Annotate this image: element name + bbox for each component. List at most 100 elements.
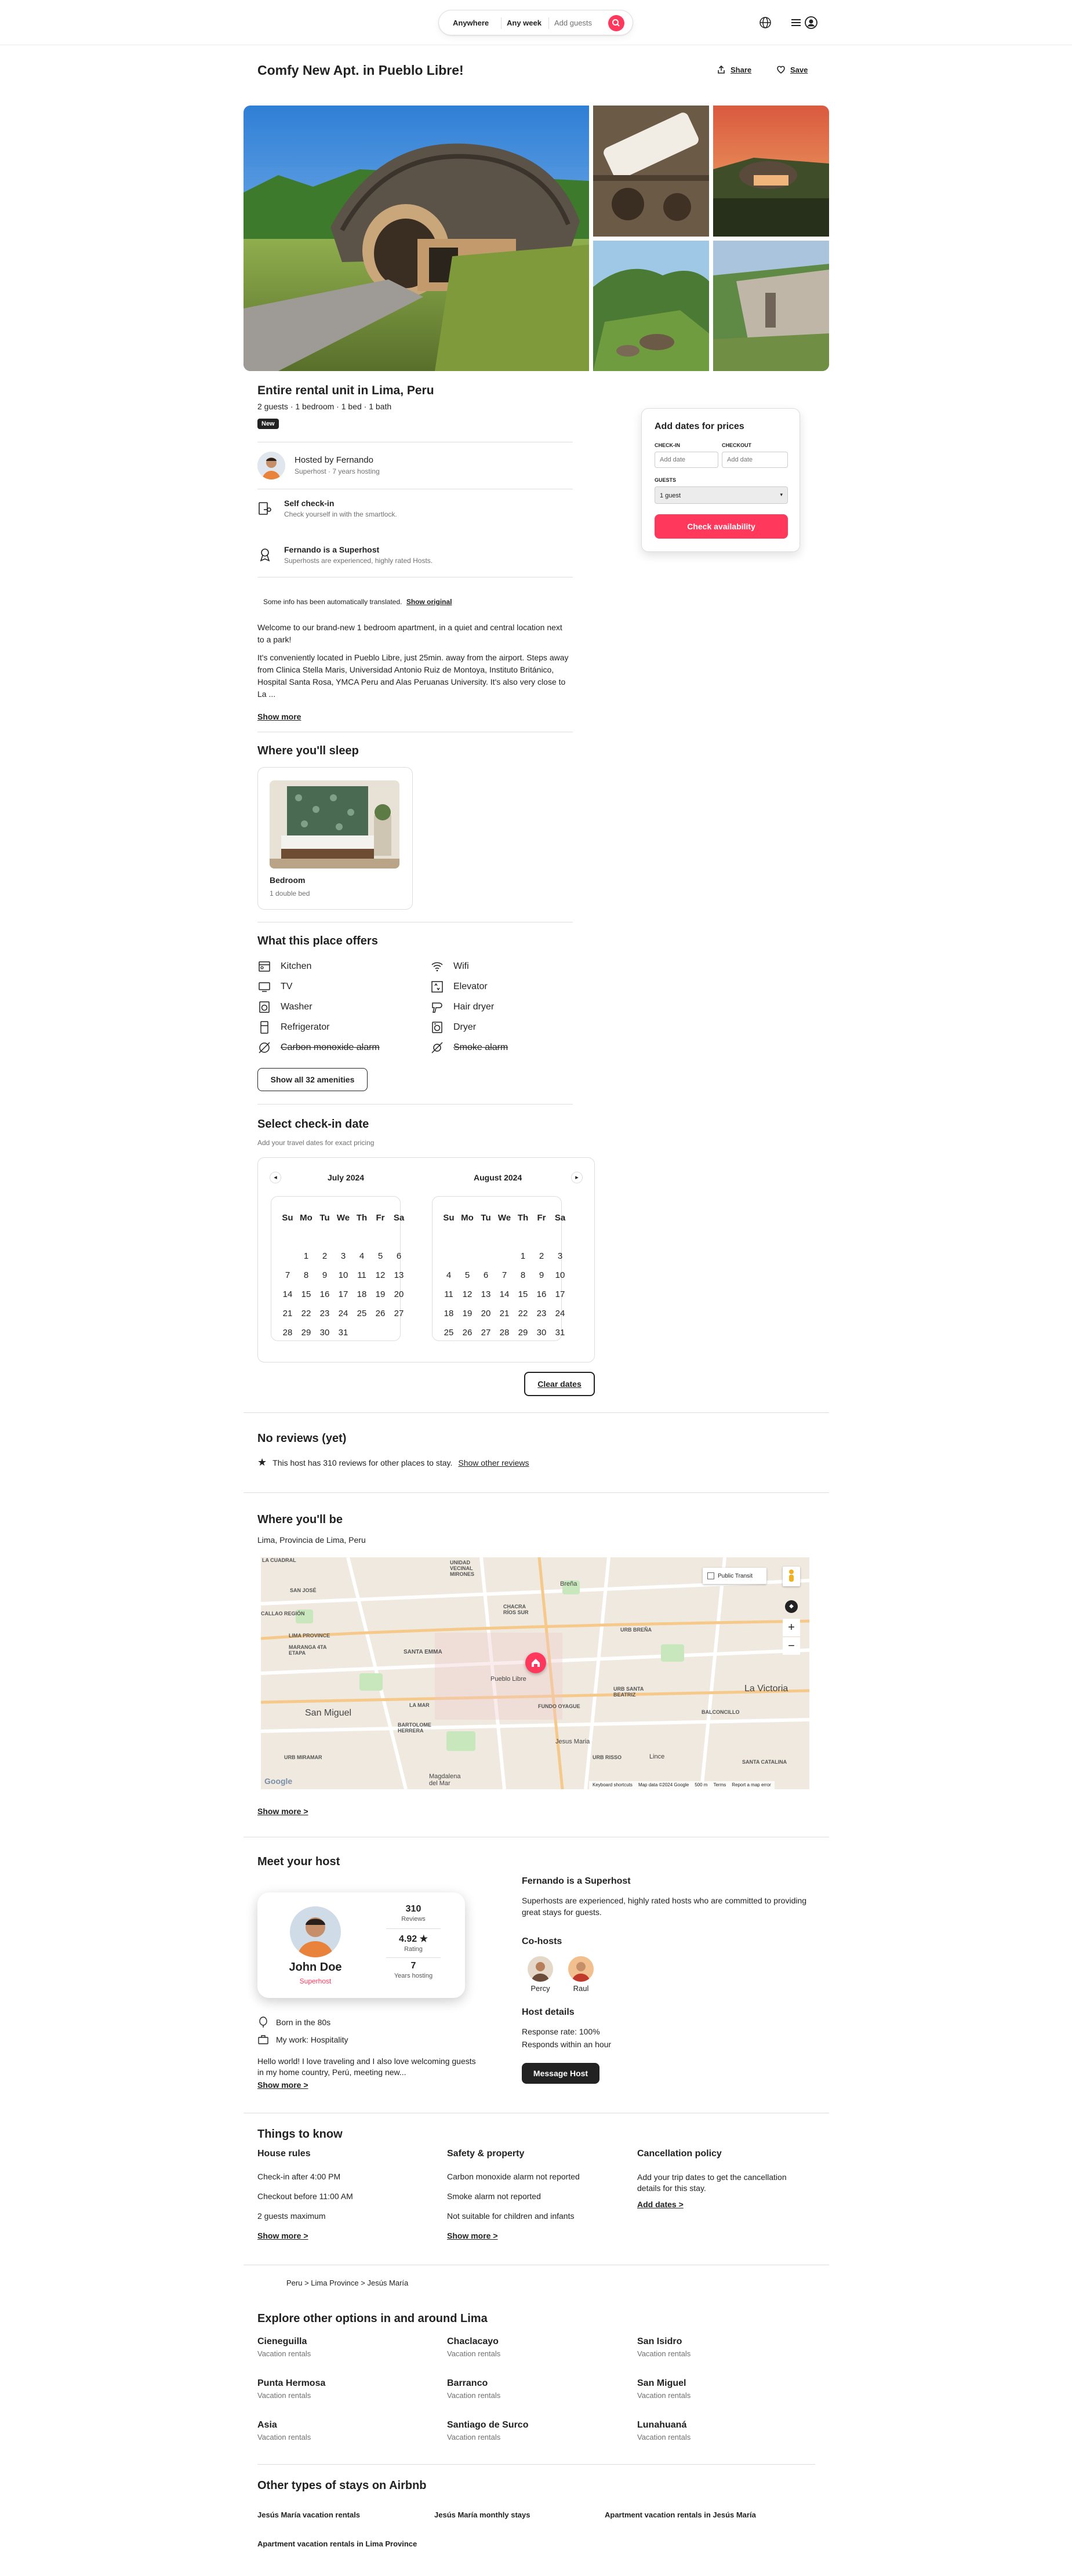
host-avatar-small[interactable] xyxy=(257,452,285,479)
calendar-day[interactable]: 29 xyxy=(514,1328,532,1338)
show-other-reviews-link[interactable]: Show other reviews xyxy=(458,1458,529,1467)
calendar-day[interactable]: 31 xyxy=(551,1328,569,1338)
calendar-day[interactable]: 3 xyxy=(334,1251,353,1262)
photo-2[interactable] xyxy=(593,106,709,237)
search-any-week[interactable]: Any week xyxy=(507,19,542,27)
other-type-link[interactable]: Apartment vacation rentals in Lima Provi… xyxy=(257,2539,417,2548)
calendar-day[interactable]: 23 xyxy=(315,1309,334,1319)
house-rules-show-more[interactable]: Show more > xyxy=(257,2231,431,2240)
explore-item[interactable]: Lunahuaná Vacation rentals xyxy=(637,2420,691,2441)
explore-name[interactable]: Asia xyxy=(257,2420,311,2430)
calendar-day[interactable]: 26 xyxy=(371,1309,390,1319)
guests-select[interactable]: 1 guest ▾ xyxy=(655,486,788,504)
description-show-more[interactable]: Show more xyxy=(257,712,301,721)
explore-name[interactable]: Cieneguilla xyxy=(257,2337,311,2347)
calendar-day[interactable]: 6 xyxy=(390,1251,408,1262)
explore-name[interactable]: San Miguel xyxy=(637,2378,691,2389)
zoom-out-button[interactable]: − xyxy=(783,1637,800,1655)
checkin-field[interactable]: CHECK-IN xyxy=(655,440,721,468)
calendar-day[interactable]: 27 xyxy=(390,1309,408,1319)
other-type-link[interactable]: Apartment vacation rentals in Jesús Marí… xyxy=(605,2510,756,2519)
calendar-day[interactable]: 22 xyxy=(514,1309,532,1319)
calendar-day[interactable]: 1 xyxy=(514,1251,532,1262)
explore-item[interactable]: San Isidro Vacation rentals xyxy=(637,2337,691,2358)
calendar-day[interactable]: 3 xyxy=(551,1251,569,1262)
calendar-day[interactable]: 12 xyxy=(371,1270,390,1281)
checkout-field[interactable]: CHECKOUT xyxy=(722,440,788,468)
calendar-day[interactable]: 14 xyxy=(495,1289,514,1300)
calendar-day[interactable]: 16 xyxy=(315,1289,334,1300)
explore-name[interactable]: Chaclacayo xyxy=(447,2337,500,2347)
show-all-amenities-button[interactable]: Show all 32 amenities xyxy=(257,1068,368,1091)
keyboard-shortcuts-link[interactable]: Keyboard shortcuts xyxy=(593,1782,633,1788)
calendar-day[interactable]: 18 xyxy=(353,1289,371,1300)
calendar-day[interactable]: 12 xyxy=(458,1289,477,1300)
show-original-link[interactable]: Show original xyxy=(406,598,452,606)
calendar-day[interactable]: 9 xyxy=(315,1270,334,1281)
calendar-day[interactable]: 2 xyxy=(532,1251,551,1262)
calendar-day[interactable]: 2 xyxy=(315,1251,334,1262)
calendar-day[interactable]: 8 xyxy=(297,1270,315,1281)
search-add-guests[interactable]: Add guests xyxy=(554,19,592,27)
explore-name[interactable]: San Isidro xyxy=(637,2337,691,2347)
explore-item[interactable]: San Miguel Vacation rentals xyxy=(637,2378,691,2400)
explore-name[interactable]: Santiago de Surco xyxy=(447,2420,528,2430)
explore-item[interactable]: Punta Hermosa Vacation rentals xyxy=(257,2378,325,2400)
other-type-link[interactable]: Jesús María monthly stays xyxy=(434,2510,530,2519)
calendar-day[interactable]: 26 xyxy=(458,1328,477,1338)
calendar-day[interactable]: 10 xyxy=(334,1270,353,1281)
calendar-day[interactable]: 6 xyxy=(477,1270,495,1281)
checkin-input[interactable] xyxy=(655,452,718,468)
photo-4[interactable] xyxy=(593,241,709,371)
calendar-day[interactable]: 24 xyxy=(334,1309,353,1319)
user-menu-button[interactable] xyxy=(791,14,822,31)
language-button[interactable] xyxy=(758,16,772,30)
calendar-day[interactable]: 4 xyxy=(353,1251,371,1262)
calendar-day[interactable]: 8 xyxy=(514,1270,532,1281)
terms-link[interactable]: Terms xyxy=(713,1782,726,1788)
calendar-day[interactable]: 14 xyxy=(278,1289,297,1300)
explore-name[interactable]: Lunahuaná xyxy=(637,2420,691,2430)
listing-map-pin[interactable] xyxy=(525,1652,546,1673)
explore-item[interactable]: Chaclacayo Vacation rentals xyxy=(447,2337,500,2358)
photo-3[interactable] xyxy=(713,106,829,237)
photo-gallery[interactable] xyxy=(244,106,829,371)
calendar-day[interactable]: 11 xyxy=(353,1270,371,1281)
safety-show-more[interactable]: Show more > xyxy=(447,2231,627,2240)
calendar-day[interactable]: 24 xyxy=(551,1309,569,1319)
cohost-percy[interactable]: Percy xyxy=(528,1956,553,1993)
calendar-day[interactable]: 5 xyxy=(371,1251,390,1262)
add-dates-link[interactable]: Add dates > xyxy=(637,2200,805,2209)
street-view-button[interactable] xyxy=(783,1567,800,1586)
calendar-day[interactable]: 16 xyxy=(532,1289,551,1300)
search-anywhere[interactable]: Anywhere xyxy=(453,19,489,27)
calendar-day[interactable]: 19 xyxy=(371,1289,390,1300)
calendar-day[interactable]: 15 xyxy=(514,1289,532,1300)
compass-button[interactable]: ◆ xyxy=(785,1600,798,1613)
message-host-button[interactable]: Message Host xyxy=(522,2063,599,2084)
calendar-day[interactable]: 9 xyxy=(532,1270,551,1281)
next-month-button[interactable]: ▸ xyxy=(571,1172,583,1183)
breadcrumb[interactable]: Peru > Lima Province > Jesús María xyxy=(286,2279,408,2287)
calendar-day[interactable]: 5 xyxy=(458,1270,477,1281)
calendar-day[interactable]: 21 xyxy=(495,1309,514,1319)
calendar-day[interactable]: 29 xyxy=(297,1328,315,1338)
calendar-day[interactable]: 20 xyxy=(390,1289,408,1300)
calendar-day[interactable]: 4 xyxy=(439,1270,458,1281)
checkbox[interactable] xyxy=(707,1572,714,1579)
search-bar[interactable]: Anywhere Any week Add guests xyxy=(438,10,633,35)
cohost-raul[interactable]: Raul xyxy=(568,1956,594,1993)
zoom-in-button[interactable]: + xyxy=(783,1619,800,1636)
explore-item[interactable]: Asia Vacation rentals xyxy=(257,2420,311,2441)
calendar-day[interactable]: 17 xyxy=(334,1289,353,1300)
host-card[interactable]: John Doe Superhost 310 Reviews 4.92 ★ Ra… xyxy=(257,1892,465,1998)
explore-item[interactable]: Barranco Vacation rentals xyxy=(447,2378,500,2400)
save-button[interactable]: Save xyxy=(776,65,808,74)
calendar-day[interactable]: 20 xyxy=(477,1309,495,1319)
calendar-day[interactable]: 17 xyxy=(551,1289,569,1300)
calendar-day[interactable]: 21 xyxy=(278,1309,297,1319)
clear-dates-button[interactable]: Clear dates xyxy=(524,1372,595,1396)
calendar-day[interactable]: 11 xyxy=(439,1289,458,1300)
explore-item[interactable]: Cieneguilla Vacation rentals xyxy=(257,2337,311,2358)
calendar-day[interactable]: 23 xyxy=(532,1309,551,1319)
